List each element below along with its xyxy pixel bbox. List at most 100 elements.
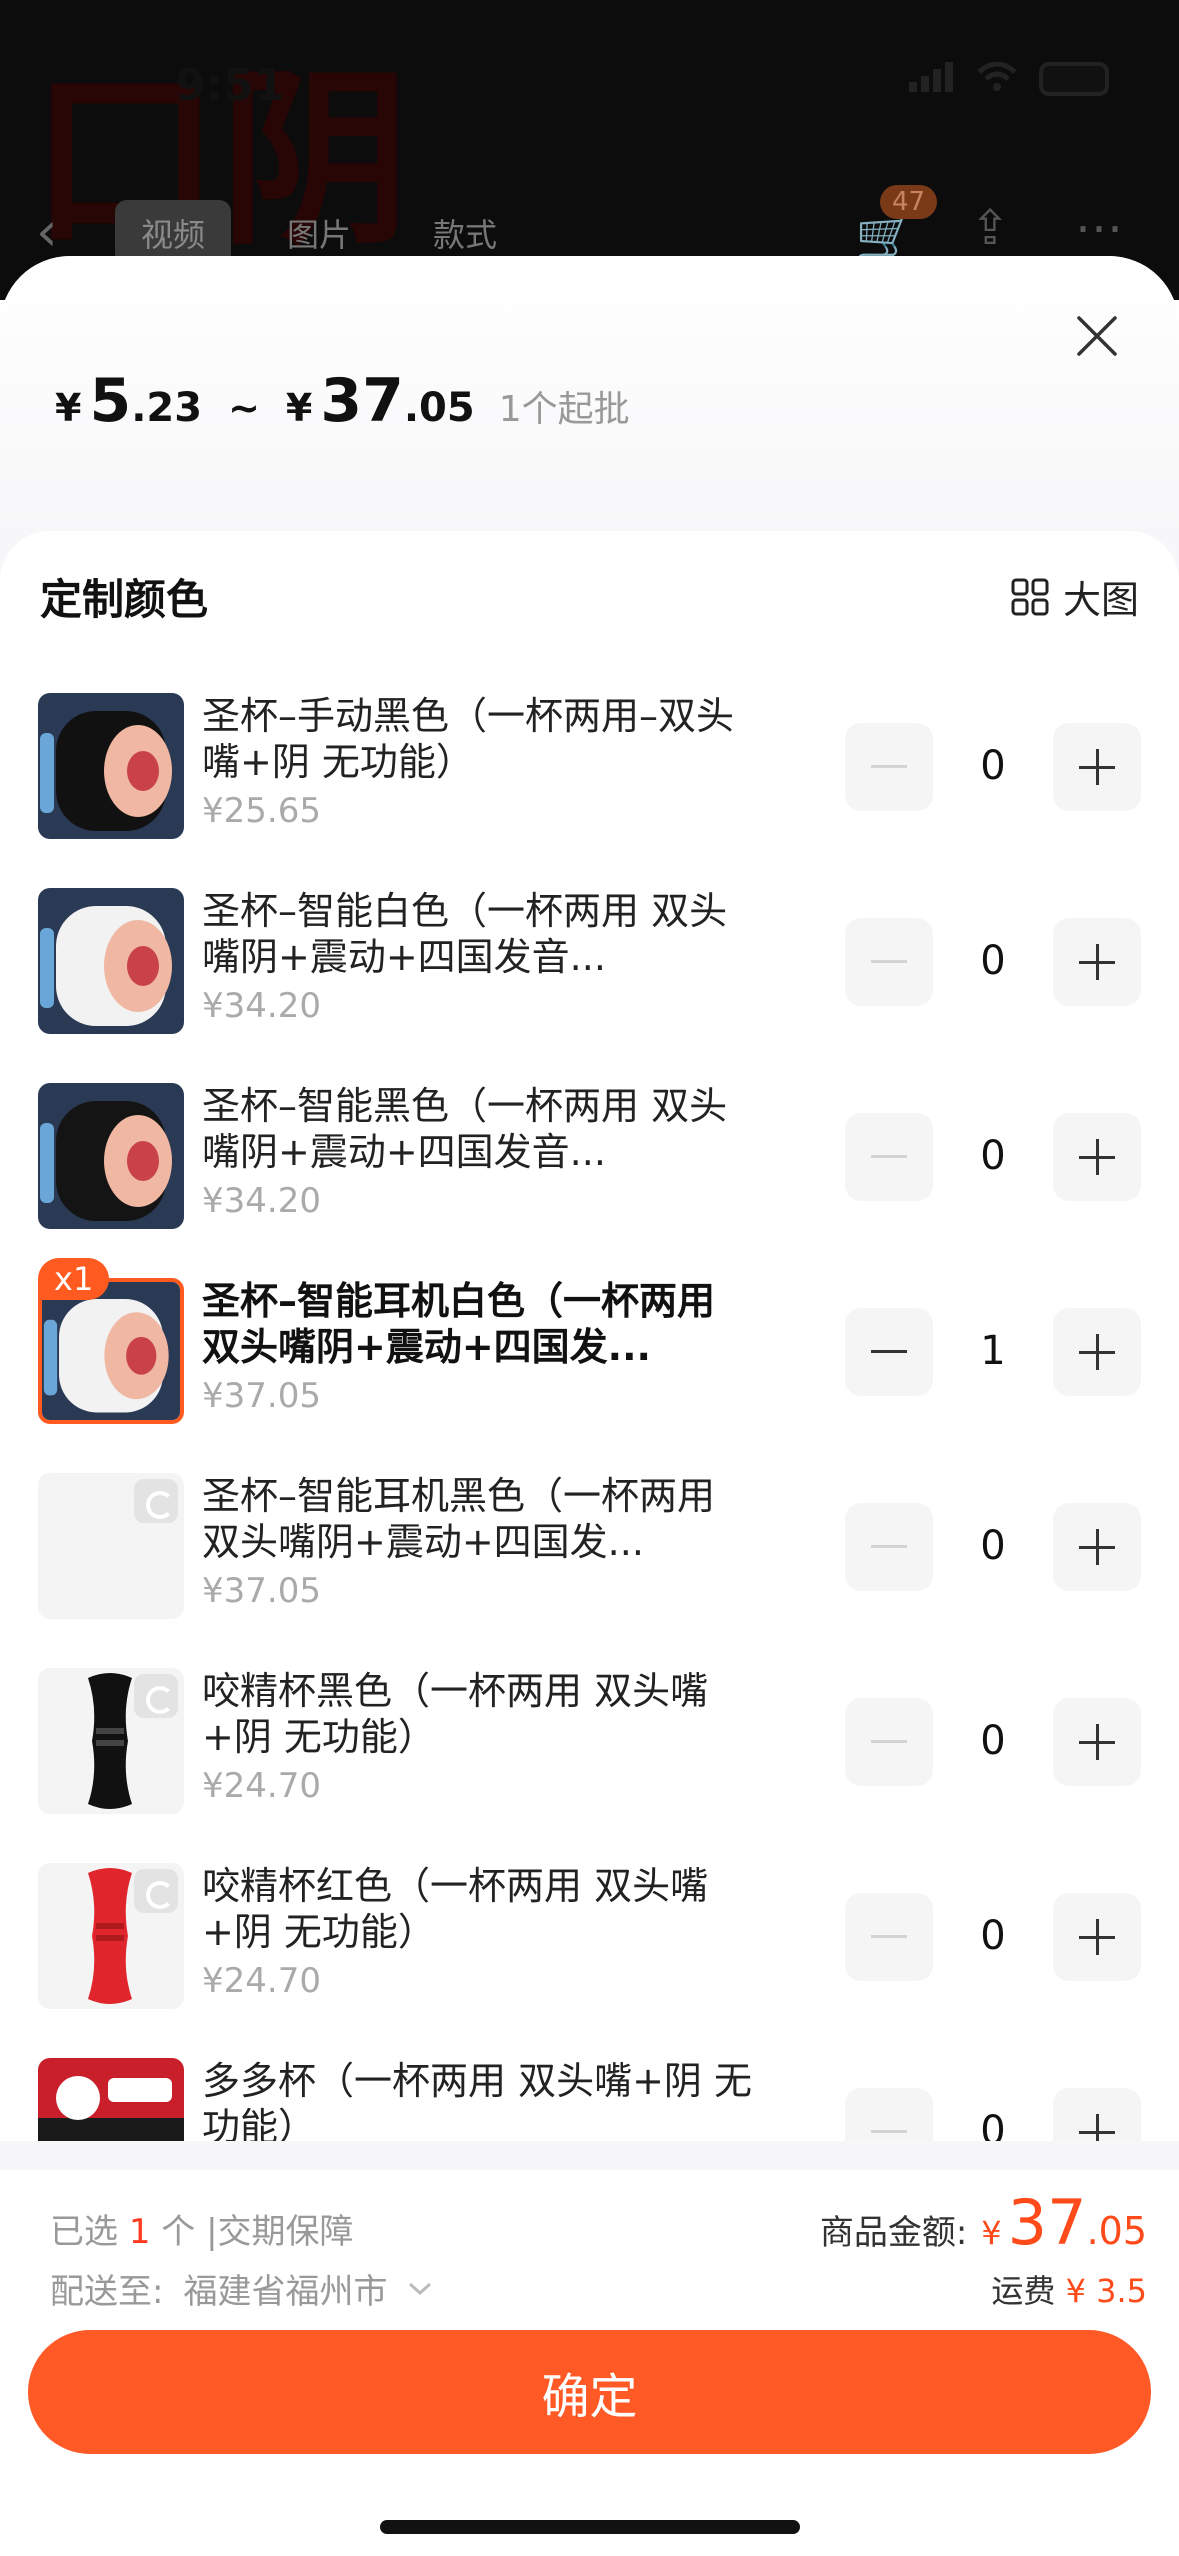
more-icon[interactable]: ⋯ <box>1075 200 1123 256</box>
increase-button[interactable] <box>1053 723 1141 811</box>
grid-icon <box>1011 578 1049 615</box>
variant-thumbnail[interactable] <box>38 2058 184 2141</box>
decrease-button[interactable] <box>845 723 933 811</box>
minus-icon <box>871 1155 907 1158</box>
variant-name: 圣杯–手动黑色（一杯两用–双头嘴+阴 无功能） <box>202 694 735 784</box>
increase-button[interactable] <box>1053 1308 1141 1396</box>
quantity-value: 0 <box>980 1523 1006 1569</box>
selected-summary: 已选 1 个 |交期保障 <box>50 2204 354 2253</box>
status-time: 9:51 <box>175 60 285 111</box>
shipping-destination[interactable]: 配送至: 福建省福州市 <box>50 2264 433 2313</box>
price-high-int: 37 <box>320 366 404 436</box>
variant-price: ¥37.05 <box>202 1571 321 1611</box>
variant-row: 圣杯–智能黑色（一杯两用 双头嘴阴+震动+四国发音... ¥34.20 0 <box>0 1061 1179 1256</box>
goods-amount: 商品金额: ¥ 37 .05 <box>820 2186 1147 2259</box>
variant-row: 咬精杯红色（一杯两用 双头嘴+阴 无功能） ¥24.70 0 <box>0 1841 1179 2036</box>
decrease-button[interactable] <box>845 918 933 1006</box>
increase-button[interactable] <box>1053 1113 1141 1201</box>
variant-thumbnail[interactable] <box>38 1473 184 1619</box>
product-image <box>38 888 184 1034</box>
variant-thumbnail[interactable] <box>38 693 184 839</box>
image-loading-icon <box>134 1479 178 1523</box>
decrease-button[interactable] <box>845 1698 933 1786</box>
big-picture-toggle[interactable]: 大图 <box>1011 569 1139 624</box>
signal-icon <box>909 62 955 96</box>
price-high-dec: .05 <box>403 385 475 431</box>
quantity-stepper: 0 <box>845 2088 1141 2141</box>
variant-thumbnail[interactable] <box>38 1083 184 1229</box>
variant-list-card: 定制颜色 大图 圣杯–手动黑色（一杯两用–双头嘴+阴 无功能） ¥25.65 0… <box>0 531 1179 2141</box>
variant-name: 圣杯–智能白色（一杯两用 双头嘴阴+震动+四国发音... <box>202 889 728 979</box>
close-button[interactable] <box>1067 306 1127 366</box>
background-page: 口阴 9:51 ‹ 视频 图片 款式 🛒 47 ⇪ ⋯ <box>0 0 1179 300</box>
variant-row-selected: x1 圣杯–智能耳机白色（一杯两用 双头嘴阴+震动+四国发... ¥37.05 … <box>0 1256 1179 1451</box>
price-range: ¥ 5 .23 ~ ¥ 37 .05 1个起批 <box>55 366 630 436</box>
increase-button[interactable] <box>1053 2088 1141 2141</box>
plus-icon <box>1079 944 1115 980</box>
variant-price: ¥25.65 <box>202 791 321 831</box>
decrease-button[interactable] <box>845 1308 933 1396</box>
freight: 运费 ¥ 3.5 <box>991 2266 1147 2312</box>
product-image <box>38 693 184 839</box>
selected-prefix: 已选 <box>50 2212 118 2252</box>
section-title: 定制颜色 <box>40 575 209 624</box>
minus-icon <box>871 2130 907 2133</box>
variant-name: 圣杯–智能耳机白色（一杯两用 双头嘴阴+震动+四国发... <box>202 1279 716 1369</box>
quantity-value: 0 <box>980 938 1006 984</box>
minus-icon <box>871 1350 907 1353</box>
currency-symbol: ¥ <box>55 386 82 430</box>
chevron-down-icon <box>409 2282 432 2295</box>
product-image <box>42 1282 180 1420</box>
minus-icon <box>871 960 907 963</box>
variant-price: ¥24.70 <box>202 1961 321 2001</box>
share-icon[interactable]: ⇪ <box>970 200 1010 256</box>
confirm-button[interactable]: 确定 <box>28 2330 1151 2454</box>
increase-button[interactable] <box>1053 1698 1141 1786</box>
quantity-stepper: 0 <box>845 723 1141 811</box>
plus-icon <box>1079 2114 1115 2141</box>
product-image <box>38 1083 184 1229</box>
decrease-button[interactable] <box>845 1893 933 1981</box>
variant-thumbnail[interactable] <box>38 888 184 1034</box>
decrease-button[interactable] <box>845 1113 933 1201</box>
variant-thumbnail[interactable] <box>38 1668 184 1814</box>
variant-name: 咬精杯红色（一杯两用 双头嘴+阴 无功能） <box>202 1864 709 1954</box>
quantity-value: 0 <box>980 1133 1006 1179</box>
increase-button[interactable] <box>1053 918 1141 1006</box>
variant-row: 咬精杯黑色（一杯两用 双头嘴+阴 无功能） ¥24.70 0 <box>0 1646 1179 1841</box>
minus-icon <box>871 1545 907 1548</box>
ship-address: 福建省福州市 <box>183 2272 388 2312</box>
freight-label: 运费 <box>991 2272 1056 2310</box>
decrease-button[interactable] <box>845 2088 933 2141</box>
decrease-button[interactable] <box>845 1503 933 1591</box>
minus-icon <box>871 1740 907 1743</box>
increase-button[interactable] <box>1053 1503 1141 1591</box>
amount-dec: .05 <box>1086 2209 1147 2253</box>
price-low-int: 5 <box>89 366 132 436</box>
quantity-stepper: 0 <box>845 1893 1141 1981</box>
variant-row: 圣杯–智能耳机黑色（一杯两用 双头嘴阴+震动+四国发... ¥37.05 0 <box>0 1451 1179 1646</box>
variant-row: 圣杯–手动黑色（一杯两用–双头嘴+阴 无功能） ¥25.65 0 <box>0 671 1179 866</box>
selected-count-badge: x1 <box>38 1258 110 1300</box>
home-indicator <box>380 2520 800 2534</box>
back-icon[interactable]: ‹ <box>36 200 58 263</box>
minus-icon <box>871 1935 907 1938</box>
quantity-value: 0 <box>980 743 1006 789</box>
variant-row: 多多杯（一杯两用 双头嘴+阴 无功能） 0 <box>0 2036 1179 2141</box>
cart-count-badge: 47 <box>880 185 938 219</box>
variant-price: ¥37.05 <box>202 1376 321 1416</box>
variant-thumbnail[interactable] <box>38 1863 184 2009</box>
plus-icon <box>1079 749 1115 785</box>
increase-button[interactable] <box>1053 1893 1141 1981</box>
image-loading-icon <box>134 1869 178 1913</box>
close-icon <box>1077 316 1117 356</box>
quantity-stepper: 1 <box>845 1308 1141 1396</box>
big-picture-label: 大图 <box>1062 578 1139 622</box>
battery-icon <box>1039 62 1109 96</box>
quantity-value: 0 <box>980 1913 1006 1959</box>
variant-name: 圣杯–智能黑色（一杯两用 双头嘴阴+震动+四国发音... <box>202 1084 728 1174</box>
plus-icon <box>1079 1724 1115 1760</box>
minus-icon <box>871 765 907 768</box>
quantity-value: 0 <box>980 1718 1006 1764</box>
plus-icon <box>1079 1529 1115 1565</box>
